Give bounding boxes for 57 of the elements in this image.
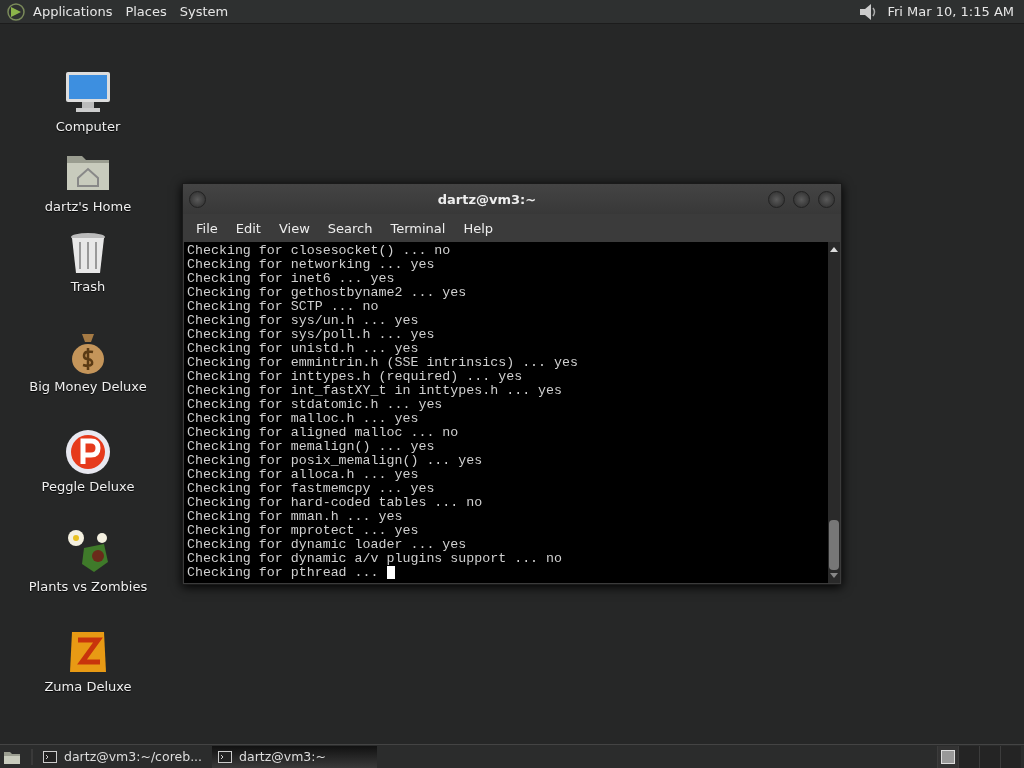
text-cursor (386, 566, 395, 579)
scroll-down-icon[interactable] (829, 572, 839, 580)
output-line: Checking for unistd.h ... yes (187, 342, 419, 356)
output-line: Checking for aligned malloc ... no (187, 426, 459, 440)
output-line: Checking for malloc.h ... yes (187, 412, 419, 426)
panel-menu[interactable]: Places (125, 4, 167, 19)
output-line: Checking for fastmemcpy ... yes (187, 482, 435, 496)
output-line: Checking for pthread ... (187, 566, 380, 580)
output-line: Checking for dynamic a/v plugins support ... no (187, 552, 563, 566)
output-line: Checking for gethostbyname2 ... yes (187, 286, 467, 300)
output-line: Checking for inet6 ... yes (187, 272, 395, 286)
taskbar-button[interactable]: dartz@vm3:~ (212, 745, 378, 768)
output-line: Checking for alloca.h ... yes (187, 468, 419, 482)
menu-item[interactable]: Help (454, 220, 503, 236)
output-line: Checking for posix_memalign() ... yes (187, 454, 483, 468)
scroll-up-icon[interactable] (829, 245, 839, 253)
output-line: Checking for inttypes.h (required) ... yes (187, 370, 523, 384)
desktop-icon-label[interactable]: Zuma Deluxe (44, 679, 132, 694)
desktop-icon-label[interactable]: Plants vs Zombies (28, 579, 148, 594)
menu-item[interactable]: View (269, 220, 319, 236)
output-line: Checking for memalign() ... yes (187, 440, 435, 454)
scrollbar[interactable] (828, 242, 840, 583)
menu-item[interactable]: Terminal (381, 220, 455, 236)
output-line: Checking for dynamic loader ... yes (187, 538, 467, 552)
workspace-switcher-cell[interactable] (937, 745, 958, 768)
panel-menu[interactable]: Applications (33, 4, 113, 19)
panel-menu[interactable]: System (179, 4, 229, 19)
output-line: Checking for sys/poll.h ... yes (187, 328, 435, 342)
desktop-icon-label[interactable]: Peggle Deluxe (41, 479, 135, 494)
output-line: Checking for int_fastXY_t in inttypes.h ... yes (187, 384, 563, 398)
terminal-icon (218, 750, 233, 763)
output-line: Checking for stdatomic.h ... yes (187, 398, 443, 412)
output-line: Checking for SCTP ... no (187, 300, 379, 314)
peggle-ball-icon[interactable] (64, 428, 112, 476)
desktop-icon-label[interactable]: Big Money Deluxe (29, 379, 147, 394)
output-line: Checking for emmintrin.h (SSE intrinsics) ... yes (187, 356, 578, 370)
desktop-icon-label[interactable]: Computer (55, 119, 121, 134)
clock[interactable]: Fri Mar 10, 1:15 AM (887, 4, 1014, 19)
output-line: Checking for mman.h ... yes (187, 510, 403, 524)
workspace-switcher-cell[interactable] (1000, 745, 1021, 768)
workspace-switcher-cell[interactable] (979, 745, 1000, 768)
desktop-icon-label[interactable]: dartz's Home (44, 199, 132, 214)
menu-item[interactable]: Edit (226, 220, 270, 236)
output-line: Checking for closesocket() ... no (187, 244, 451, 258)
logo-icon[interactable] (6, 1, 26, 22)
workspace-switcher-cell[interactable] (958, 745, 979, 768)
desktop-icon-label[interactable]: Trash (70, 279, 106, 294)
output-line: Checking for sys/un.h ... yes (187, 314, 419, 328)
menu-item[interactable]: File (187, 220, 227, 236)
window-title: dartz@vm3:~ (436, 191, 538, 207)
output-line: Checking for networking ... yes (187, 258, 435, 272)
scrollbar-thumb[interactable] (829, 520, 839, 570)
taskbar-button[interactable]: dartz@vm3:~/coreb... (37, 745, 209, 768)
terminal-icon (43, 750, 57, 763)
output-line: Checking for mprotect ... yes (187, 524, 419, 538)
output-line: Checking for hard-coded tables ... no (187, 496, 483, 510)
menu-item[interactable]: Search (318, 220, 382, 236)
